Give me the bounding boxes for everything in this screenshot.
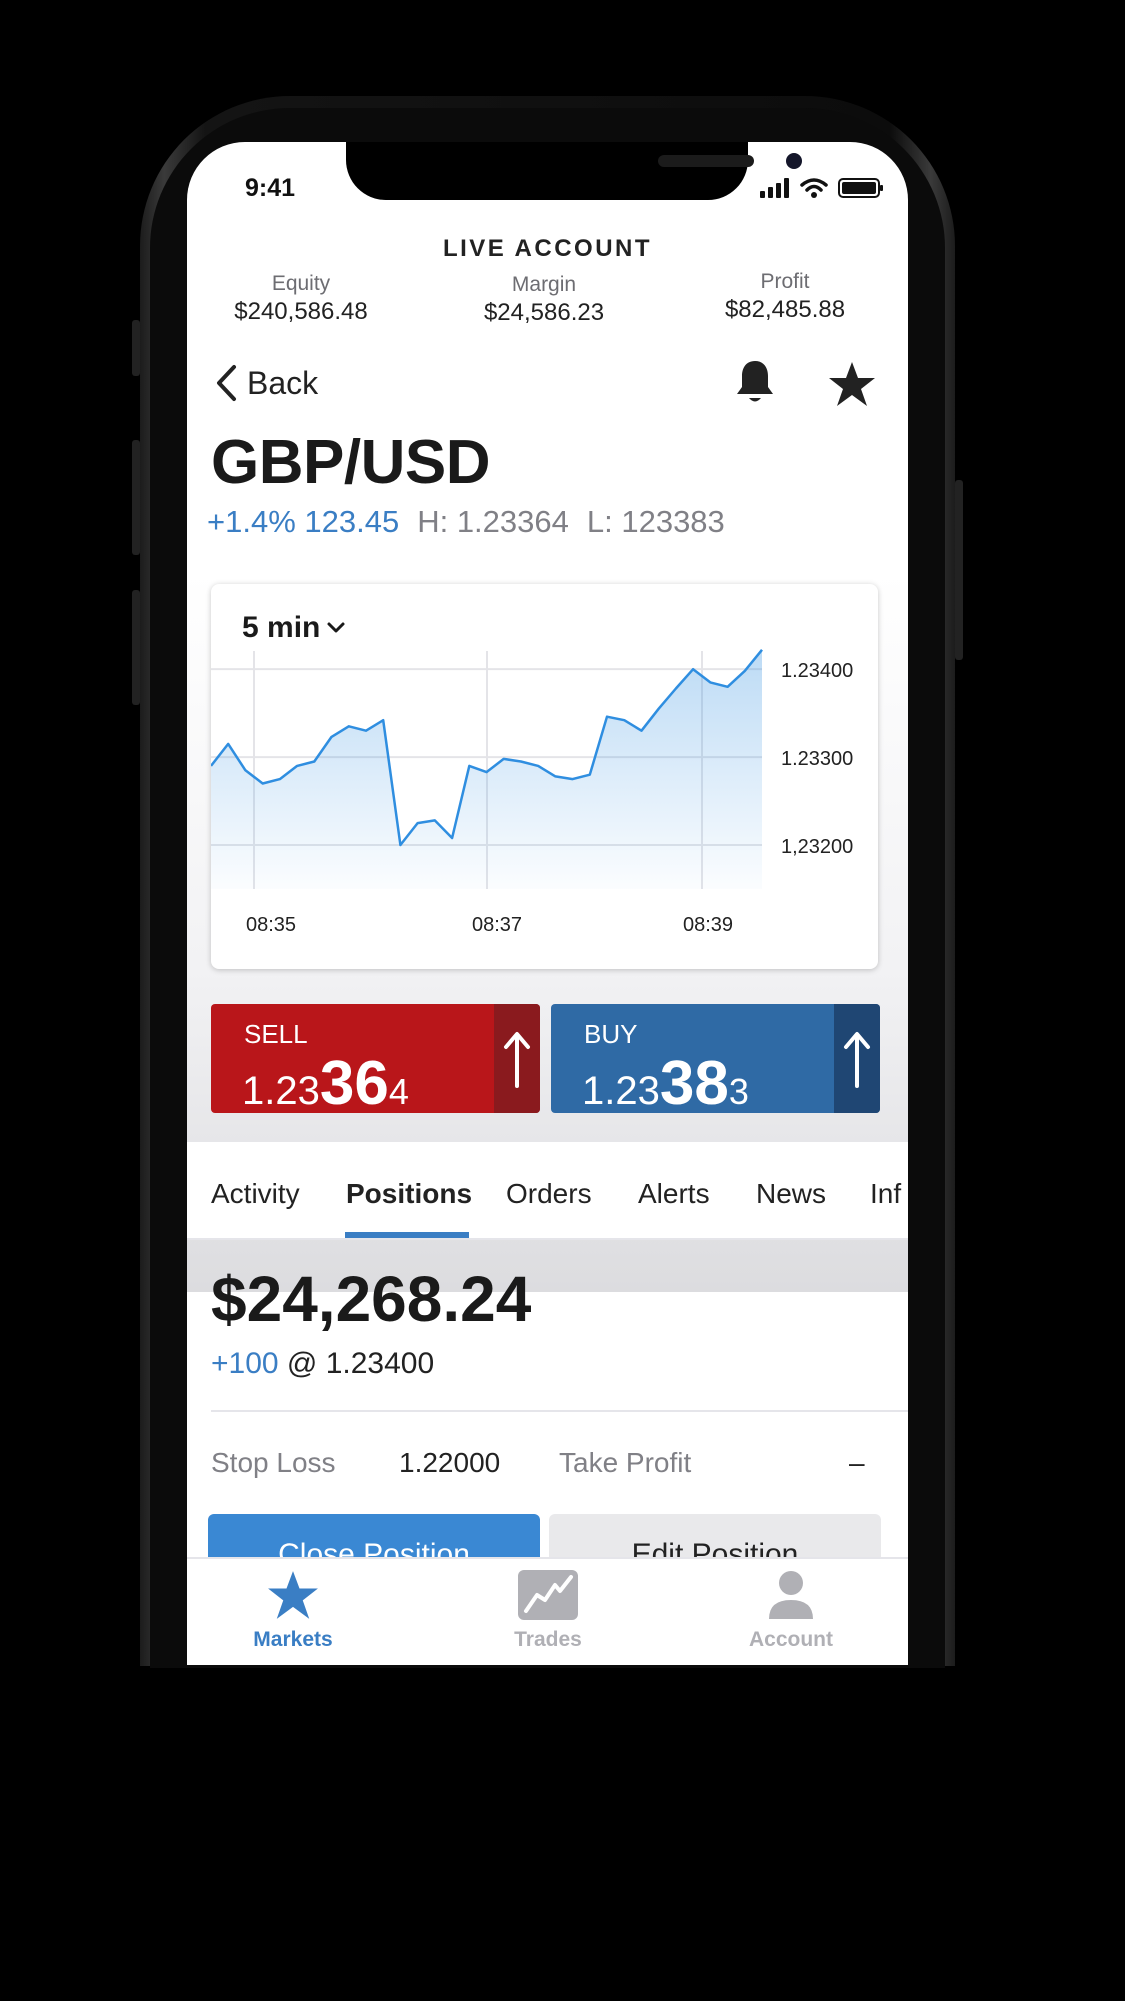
tabbar-markets-label: Markets xyxy=(253,1628,333,1651)
sell-price-suffix: 4 xyxy=(388,1071,409,1112)
price-change: +1.4% 123.45 xyxy=(207,504,400,539)
tab-orders[interactable]: Orders xyxy=(506,1178,592,1210)
buy-price-prefix: 1.23 xyxy=(582,1069,660,1113)
arrow-up-icon xyxy=(844,1031,870,1088)
sell-label: SELL xyxy=(244,1019,308,1049)
buy-direction xyxy=(834,1004,880,1113)
price-chart[interactable]: 1.23400 1.23300 1,23200 08:35 08:37 08:39 xyxy=(211,584,878,969)
signal-icon xyxy=(760,178,789,198)
phone-side-button xyxy=(132,320,140,376)
buy-price-big: 38 xyxy=(659,1049,729,1113)
status-time: 9:41 xyxy=(245,174,296,202)
bottom-tab-bar: Markets Trades Account xyxy=(187,1557,908,1665)
profit-value: $82,485.88 xyxy=(724,296,846,323)
session-low: L: 123383 xyxy=(586,504,725,539)
back-label: Back xyxy=(247,364,319,401)
position-pl: $24,268.24 xyxy=(211,1263,532,1335)
position-quantity: +100 xyxy=(211,1347,279,1380)
tabbar-markets[interactable]: Markets xyxy=(218,1569,368,1652)
star-icon xyxy=(268,1571,318,1619)
back-button[interactable]: Back xyxy=(215,364,318,402)
position-size: +100 @ 1.23400 xyxy=(211,1347,434,1381)
chart-icon xyxy=(518,1570,578,1620)
buy-price-suffix: 3 xyxy=(728,1071,749,1112)
tab-news[interactable]: News xyxy=(756,1178,826,1210)
divider xyxy=(211,1410,908,1412)
y-tick-label: 1.23400 xyxy=(781,660,853,682)
wifi-icon xyxy=(800,178,828,198)
notch xyxy=(346,142,802,200)
tab-positions[interactable]: Positions xyxy=(346,1178,472,1210)
sell-price-big: 36 xyxy=(319,1049,389,1113)
tabbar-account[interactable]: Account xyxy=(716,1569,866,1652)
profit-stat: Profit $82,485.88 xyxy=(685,270,885,324)
sell-price-prefix: 1.23 xyxy=(242,1069,320,1113)
tab-info[interactable]: Inf xyxy=(870,1178,901,1210)
phone-power-button xyxy=(955,480,963,660)
app-screen: 9:41 LIVE ACCOUNT Equity $240,586.48 Mar… xyxy=(187,142,908,1665)
stop-loss-label: Stop Loss xyxy=(211,1447,336,1478)
take-profit-value: – xyxy=(849,1447,865,1478)
y-tick-label: 1,23200 xyxy=(781,836,853,858)
buy-label: BUY xyxy=(584,1019,638,1049)
tabbar-trades[interactable]: Trades xyxy=(473,1569,623,1652)
session-high: H: 1.23364 xyxy=(417,504,569,539)
x-tick-label: 08:37 xyxy=(472,914,522,936)
sell-direction xyxy=(494,1004,540,1113)
active-tab-indicator xyxy=(345,1232,469,1238)
status-icons xyxy=(760,178,884,198)
margin-stat: Margin $24,586.23 xyxy=(444,273,644,327)
tab-alerts[interactable]: Alerts xyxy=(638,1178,710,1210)
x-tick-label: 08:39 xyxy=(683,914,733,936)
x-tick-label: 08:35 xyxy=(246,914,296,936)
position-entry-price: @ 1.23400 xyxy=(278,1347,435,1380)
arrow-up-icon xyxy=(504,1031,530,1088)
chart-x-axis: 08:35 08:37 08:39 xyxy=(246,914,733,936)
chart-y-axis: 1.23400 1.23300 1,23200 xyxy=(781,660,853,858)
buy-price: 1.23383 xyxy=(582,1048,749,1113)
account-title: LIVE ACCOUNT xyxy=(442,235,653,262)
equity-value: $240,586.48 xyxy=(234,298,368,325)
tab-activity[interactable]: Activity xyxy=(211,1178,300,1210)
quote-line: +1.4% 123.45 H: 1.23364 L: 123383 xyxy=(207,504,725,540)
sell-button[interactable]: SELL 1.23364 xyxy=(211,1004,540,1113)
equity-label: Equity xyxy=(271,272,331,295)
margin-value: $24,586.23 xyxy=(483,299,605,326)
bell-icon[interactable] xyxy=(734,358,776,406)
equity-stat: Equity $240,586.48 xyxy=(201,272,401,326)
sell-price: 1.23364 xyxy=(242,1048,409,1113)
stop-loss-value: 1.22000 xyxy=(399,1447,501,1478)
take-profit-label: Take Profit xyxy=(559,1447,692,1478)
price-chart-card: 5 min 1.23400 1.23300 1,23200 08:35 08:37 08… xyxy=(211,584,878,969)
chevron-left-icon xyxy=(217,365,236,401)
tabbar-trades-label: Trades xyxy=(514,1628,582,1651)
battery-icon xyxy=(838,178,883,198)
y-tick-label: 1.23300 xyxy=(781,748,853,770)
buy-button[interactable]: BUY 1.23383 xyxy=(551,1004,880,1113)
tabbar-account-label: Account xyxy=(749,1628,833,1651)
phone-volume-up xyxy=(132,440,140,555)
phone-volume-down xyxy=(132,590,140,705)
person-icon xyxy=(769,1571,813,1619)
favorite-star-icon[interactable] xyxy=(827,360,877,408)
front-camera xyxy=(786,153,802,169)
detail-tabs: Activity Positions Orders Alerts News In… xyxy=(187,1142,908,1240)
margin-label: Margin xyxy=(511,273,577,296)
instrument-pair: GBP/USD xyxy=(211,428,490,497)
speaker xyxy=(658,155,754,167)
profit-label: Profit xyxy=(760,270,810,293)
